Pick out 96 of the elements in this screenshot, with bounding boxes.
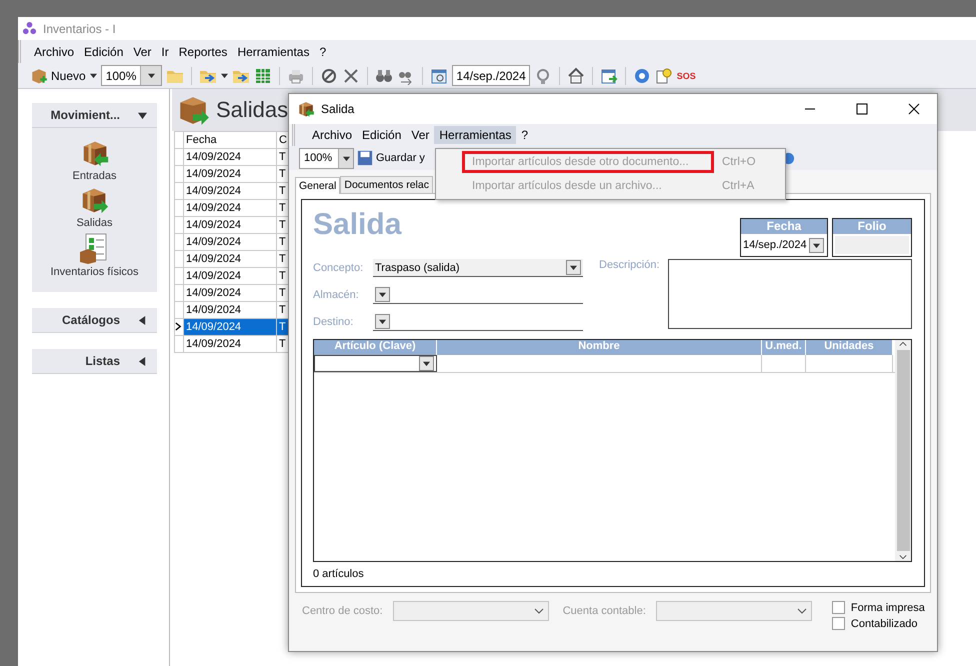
field-label: Destino: <box>313 316 354 328</box>
save-button[interactable]: Guardar y <box>357 150 425 166</box>
box-plus-icon[interactable] <box>30 66 48 84</box>
box-arrow-icon <box>297 100 315 118</box>
checkbox[interactable] <box>832 601 845 614</box>
dropdown-icon[interactable] <box>423 360 430 367</box>
dropdown-icon[interactable] <box>570 264 577 271</box>
menu-item[interactable]: Archivo <box>29 42 80 60</box>
table-cell: 14/09/2024 <box>184 200 276 216</box>
field-label: Descripción: <box>599 259 660 273</box>
sidebar-item[interactable]: Inventarios físicos <box>50 232 139 278</box>
help-icon[interactable] <box>632 66 651 84</box>
scroll-down-icon[interactable] <box>899 553 907 561</box>
expand-icon[interactable] <box>138 356 147 366</box>
table-cell: 14/09/2024 <box>184 216 276 234</box>
menu-item[interactable]: Herramientas <box>434 126 516 144</box>
combo-field[interactable] <box>373 313 583 331</box>
caret-icon[interactable] <box>90 72 97 79</box>
sidebar-item[interactable]: Entradas <box>72 138 117 182</box>
table-cell: 14/09/2024 <box>184 250 276 268</box>
page-title: Salidas <box>216 97 288 123</box>
shortcut-label: Ctrl+O <box>722 156 756 168</box>
menu-item[interactable]: Edición <box>357 126 406 144</box>
app-logo-icon <box>22 21 37 36</box>
zoom-combo[interactable]: 100% <box>100 65 162 86</box>
export-icon[interactable] <box>600 66 618 84</box>
group-title[interactable]: Listas <box>85 354 120 368</box>
scroll-up-icon[interactable] <box>899 340 907 348</box>
sos-button[interactable]: SOS <box>676 70 696 80</box>
combo-field[interactable] <box>373 286 583 304</box>
window-title: Inventarios - I <box>43 22 116 36</box>
field-label: Almacén: <box>313 289 360 301</box>
table-cell: 14/09/2024 <box>184 336 276 352</box>
menu-item[interactable]: Reportes <box>174 42 232 60</box>
description-field[interactable] <box>668 259 912 329</box>
item-combo[interactable] <box>314 355 437 372</box>
dropdown-icon[interactable] <box>379 318 386 325</box>
field-label: Centro de costo: <box>302 605 383 617</box>
table-cell: 14/09/2024 <box>184 234 276 250</box>
sidebar-item[interactable]: Salidas <box>76 185 113 229</box>
table-cell: 14/09/2024 <box>184 284 276 302</box>
scrollbar[interactable] <box>895 340 911 561</box>
combo-field[interactable] <box>656 601 812 621</box>
checkbox-label[interactable]: Contabilizado <box>850 618 918 630</box>
zoom-combo[interactable]: 100% <box>299 148 354 168</box>
menu-item[interactable]: Ver <box>128 42 156 60</box>
calendar-icon[interactable] <box>430 66 448 84</box>
dropdown-icon[interactable] <box>379 291 386 298</box>
new-button[interactable]: Nuevo <box>30 66 86 84</box>
menu-item[interactable]: ? <box>314 42 332 60</box>
combo-field[interactable] <box>392 601 549 621</box>
folio-label: Folio <box>833 219 911 234</box>
close-icon[interactable] <box>908 103 920 115</box>
current-row-icon <box>175 322 182 330</box>
home-icon[interactable] <box>566 66 585 84</box>
dropdown-icon[interactable] <box>342 154 350 162</box>
dialog-title: Salida <box>321 102 354 116</box>
table-cell: 14/09/2024 <box>184 182 276 200</box>
checkbox[interactable] <box>832 617 845 630</box>
save-icon[interactable] <box>357 150 373 166</box>
chevron-down-icon[interactable] <box>534 606 544 616</box>
shortcut-label: Ctrl+A <box>722 180 754 192</box>
expand-icon[interactable] <box>138 316 147 324</box>
maximize-icon[interactable] <box>856 103 868 115</box>
table-cell: 14/09/2024 <box>184 318 276 336</box>
column-header[interactable]: Fecha <box>184 132 276 148</box>
tab[interactable]: Documentos relac <box>340 176 433 193</box>
chevron-down-icon[interactable] <box>796 606 807 616</box>
cancel-icon[interactable] <box>320 66 338 84</box>
menu-item[interactable]: Edición <box>79 42 128 60</box>
menu-item[interactable]: Herramientas <box>232 42 314 60</box>
tab[interactable]: General <box>295 177 340 194</box>
checkbox-label[interactable]: Forma impresa <box>850 602 925 614</box>
menu-item[interactable]: Ver <box>406 126 434 144</box>
collapse-icon[interactable] <box>138 110 147 120</box>
date-field[interactable]: 14/sep./2024 <box>452 65 530 86</box>
dropdown-icon[interactable] <box>148 72 155 79</box>
caret-icon[interactable] <box>221 72 228 79</box>
form-heading: Salida <box>313 208 402 243</box>
field-label: Cuenta contable: <box>562 605 646 617</box>
table-cell: 14/09/2024 <box>184 166 276 182</box>
table-cell: 14/09/2024 <box>184 268 276 284</box>
group-title[interactable]: Catálogos <box>62 313 120 327</box>
menu-item[interactable]: ? <box>516 126 534 144</box>
menu-item[interactable]: Ir <box>156 42 174 60</box>
combo-field[interactable]: Traspaso (salida) <box>373 259 583 277</box>
delete-icon[interactable] <box>342 66 360 84</box>
date-label: Fecha <box>741 219 827 234</box>
menu-item[interactable]: Archivo <box>307 126 358 144</box>
group-title[interactable]: Movimient... <box>50 108 120 122</box>
spreadsheet-icon[interactable] <box>254 66 272 84</box>
date-picker[interactable]: 14/sep./2024 <box>741 234 827 256</box>
item-count: 0 artículos <box>313 568 365 580</box>
table-cell: 14/09/2024 <box>184 148 276 166</box>
field-label: Concepto: <box>313 262 364 274</box>
dropdown-icon[interactable] <box>812 242 820 248</box>
